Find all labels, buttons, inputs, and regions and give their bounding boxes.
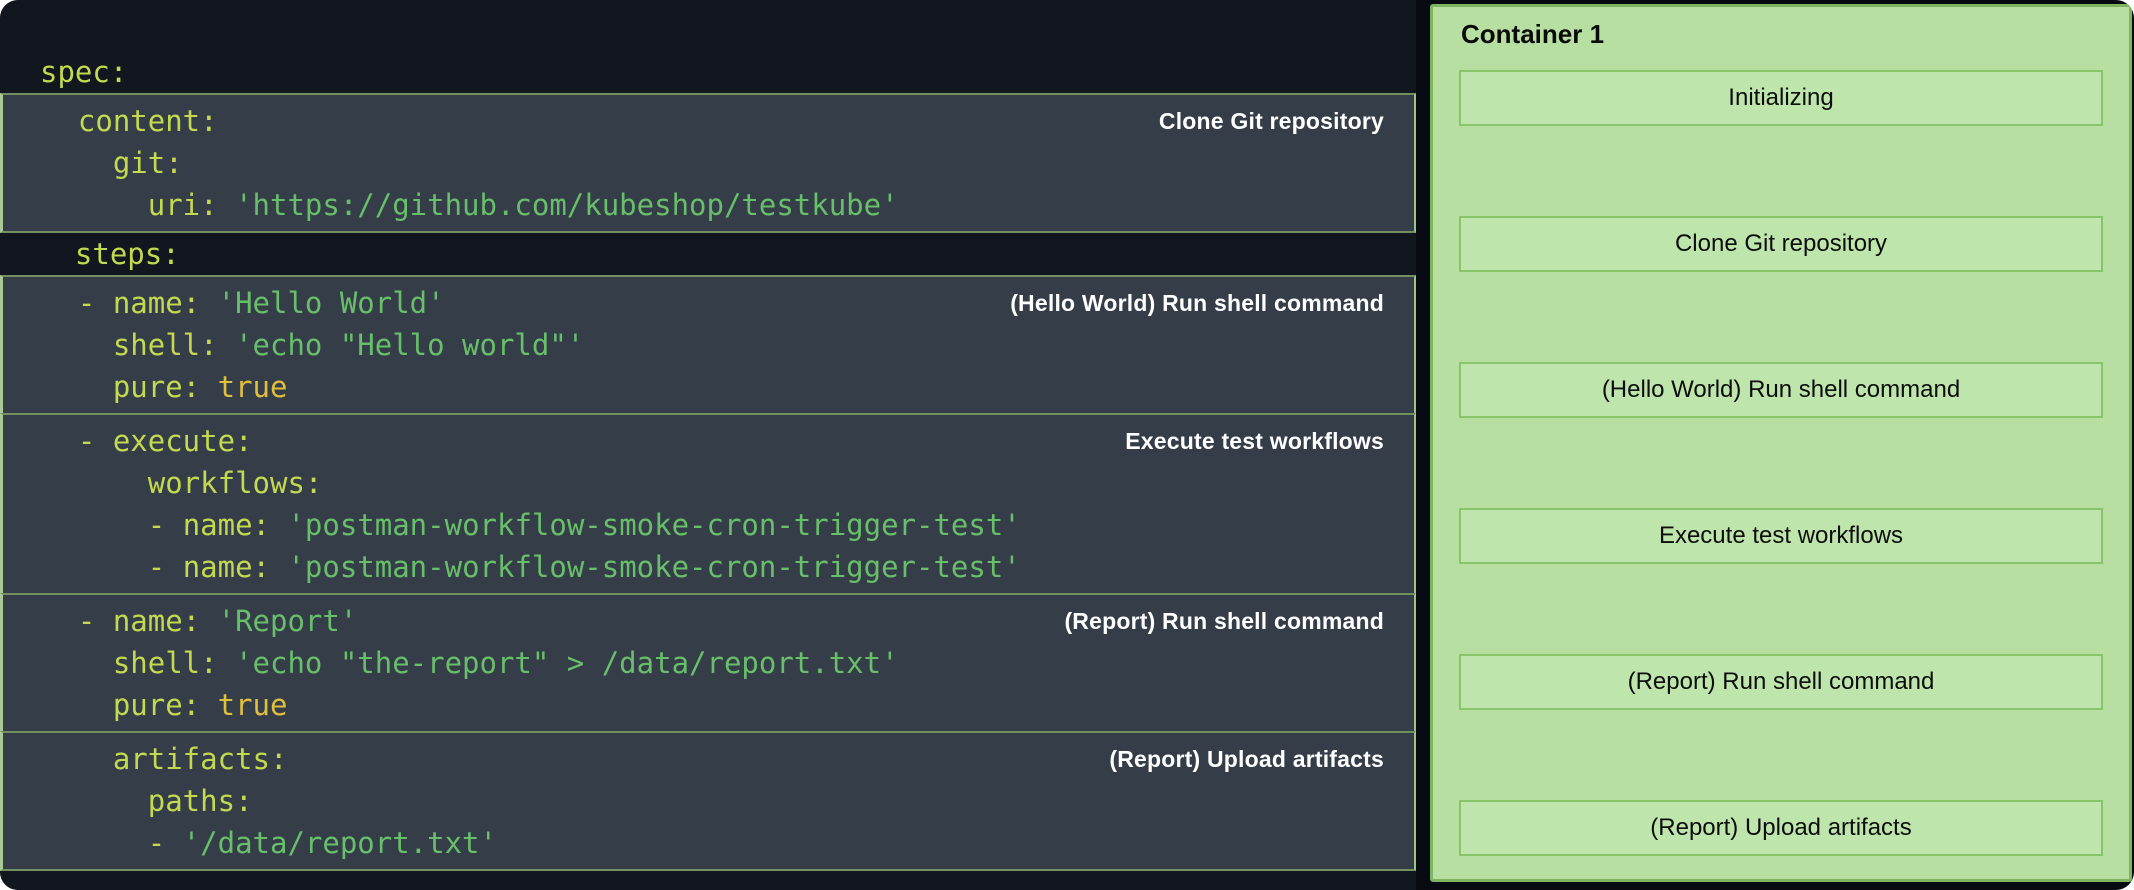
indent [43,604,78,638]
yaml-key: paths: [148,784,253,818]
container-step-list: Initializing Clone Git repository (Hello W… [1433,7,2129,856]
step-label: (Hello World) Run shell command [1010,282,1384,324]
yaml-key: name: [183,550,270,584]
space [218,188,235,222]
code-step-block[interactable]: - execute: workflows: - name: 'postman-w… [0,413,1416,595]
space [200,370,217,404]
code-line: - name: 'postman-workflow-smoke-cron-tri… [3,504,1414,546]
container-step-box[interactable]: Clone Git repository [1459,216,2103,272]
space [218,328,235,362]
code-line: paths: [3,780,1414,822]
indent [43,328,113,362]
yaml-key: workflows: [148,466,323,500]
container-step-box[interactable]: (Report) Upload artifacts [1459,800,2103,856]
code-line: spec: [0,51,1416,93]
code-step-block[interactable]: - name: 'Hello World' shell: 'echo "Hell… [0,275,1416,415]
space [200,286,217,320]
indent [43,826,148,860]
step-label: (Report) Upload artifacts [1109,738,1384,780]
yaml-value: true [218,688,288,722]
indent [43,784,148,818]
yaml-value: 'echo "Hello world"' [235,328,584,362]
yaml-value: '/data/report.txt' [183,826,497,860]
yaml-key: git: [113,146,183,180]
code-line: - '/data/report.txt' [3,822,1414,864]
yaml-value: 'postman-workflow-smoke-cron-trigger-tes… [287,508,1020,542]
code-line: uri: 'https://github.com/kubeshop/testku… [3,184,1414,226]
yaml-key: uri: [148,188,218,222]
code-line: - name: 'postman-workflow-smoke-cron-tri… [3,546,1414,588]
yaml-key: shell: [113,328,218,362]
indent [43,550,148,584]
space [270,550,287,584]
code-line: workflows: [3,462,1414,504]
yaml-key: steps: [75,237,180,271]
workflow-visualization: spec: content: git: uri: 'https://github… [0,0,2134,890]
code-line: steps: [0,233,1416,275]
code-line: pure: true [3,684,1414,726]
indent [43,286,78,320]
yaml-value: 'Hello World' [218,286,445,320]
yaml-value: 'postman-workflow-smoke-cron-trigger-tes… [287,550,1020,584]
yaml-dash: - [78,286,113,320]
yaml-key: execute: [113,424,253,458]
indent [43,466,148,500]
yaml-key: name: [113,286,200,320]
indent [43,688,113,722]
code-step-block[interactable]: content: git: uri: 'https://github.com/k… [0,93,1416,233]
yaml-key: shell: [113,646,218,680]
container-step-box[interactable]: (Hello World) Run shell command [1459,362,2103,418]
code-line: git: [3,142,1414,184]
code-editor: spec: content: git: uri: 'https://github… [0,0,1416,890]
yaml-dash: - [78,424,113,458]
container-step-box[interactable]: Execute test workflows [1459,508,2103,564]
code-step-block[interactable]: - name: 'Report' shell: 'echo "the-repor… [0,593,1416,733]
indent [40,237,75,271]
yaml-key: name: [183,508,270,542]
yaml-key: name: [113,604,200,638]
indent [43,424,78,458]
container-step-box[interactable]: (Report) Run shell command [1459,654,2103,710]
indent [43,742,113,776]
indent [43,370,113,404]
indent [43,188,148,222]
indent [43,508,148,542]
code-rows: spec: [0,51,1416,93]
container-step-box[interactable]: Initializing [1459,70,2103,126]
yaml-key: pure: [113,688,200,722]
container-title: Container 1 [1461,19,1604,50]
yaml-value: 'Report' [218,604,358,638]
space [200,688,217,722]
code-line: shell: 'echo "Hello world"' [3,324,1414,366]
yaml-value: true [218,370,288,404]
yaml-key: artifacts: [113,742,288,776]
yaml-dash: - [78,604,113,638]
space [270,508,287,542]
yaml-value: 'echo "the-report" > /data/report.txt' [235,646,898,680]
indent [43,146,113,180]
indent [43,104,78,138]
container-panel: Container 1 Initializing Clone Git reposi… [1430,4,2132,882]
yaml-key: spec: [40,55,127,89]
yaml-key: content: [78,104,218,138]
step-label: Clone Git repository [1159,100,1384,142]
yaml-dash: - [148,550,183,584]
indent [43,646,113,680]
yaml-dash: - [148,826,183,860]
step-label: (Report) Run shell command [1064,600,1384,642]
code-step-block[interactable]: artifacts: paths: - '/data/report.txt' (R… [0,731,1416,871]
space [218,646,235,680]
code-line: shell: 'echo "the-report" > /data/report… [3,642,1414,684]
yaml-key: pure: [113,370,200,404]
step-label: Execute test workflows [1125,420,1384,462]
yaml-dash: - [148,508,183,542]
code-rows: steps: [0,233,1416,275]
yaml-value: 'https://github.com/kubeshop/testkube' [235,188,898,222]
space [200,604,217,638]
code-line: pure: true [3,366,1414,408]
